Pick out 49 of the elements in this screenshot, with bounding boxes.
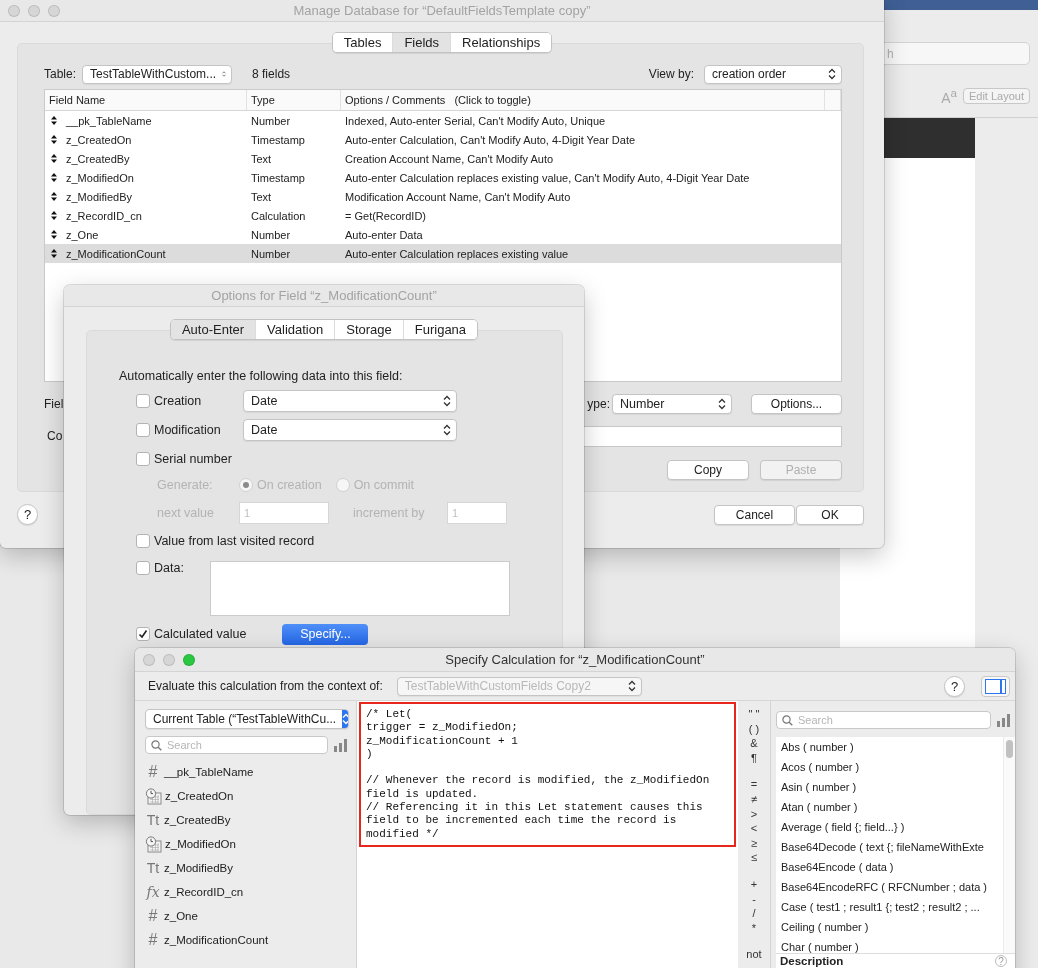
- table-cell: z_ModifiedBy: [66, 190, 133, 203]
- table-cell-text: Auto-enter Calculation replaces existing value: [344, 247, 570, 260]
- table-cell-text: = Get(RecordID): [344, 209, 427, 222]
- context-label: Evaluate this calculation from the context of:: [148, 679, 383, 693]
- window-title: Specify Calculation for “z_ModificationCount”: [444, 652, 706, 667]
- table-cell-text: Number: [250, 228, 292, 241]
- table-cell-text: Calculation: [250, 209, 307, 222]
- text-type-icon: Tt: [145, 860, 161, 876]
- table-cell-text: Timestamp: [250, 133, 306, 146]
- option-label: Data:: [154, 561, 184, 575]
- number-type-icon: #: [145, 907, 161, 925]
- field-count: 8 fields: [252, 67, 291, 81]
- window-title: Options for Field “z_ModificationCount”: [210, 288, 438, 303]
- table-cell: z_CreatedOn: [66, 133, 132, 146]
- description-label: Description: [780, 955, 844, 967]
- table-cell-text: Number: [250, 114, 292, 127]
- formula-text: /* Let( trigger = z_ModifiedOn; z_ModificationCount + 1 ) // Whenever the record is modified, the z_ModifiedOn field is updated. // Referencing it in this Let statement causes this field to be incremented each time the record is modified */: [359, 702, 736, 847]
- table-cell-text: Text: [250, 190, 273, 203]
- table-cell: z_RecordID_cn: [66, 209, 142, 222]
- table-cell-text: Number: [250, 247, 292, 260]
- window-title: Manage Database for “DefaultFieldsTemplate copy”: [292, 3, 592, 18]
- table-cell-text: Modification Account Name, Can't Modify Auto: [344, 190, 572, 203]
- type-label: ype:: [587, 397, 610, 411]
- table-cell-text: Creation Account Name, Can't Modify Auto: [344, 152, 555, 165]
- table-label: Table:: [44, 67, 77, 81]
- table-cell: z_One: [66, 228, 99, 241]
- table-cell: z_ModifiedOn: [66, 171, 134, 184]
- comment-label: Co: [47, 429, 63, 443]
- number-type-icon: #: [145, 763, 161, 781]
- option-label: Creation: [154, 394, 203, 408]
- text-type-icon: Tt: [145, 812, 161, 828]
- number-type-icon: #: [145, 931, 161, 949]
- table-cell-text: Text: [250, 152, 273, 165]
- field-name-label: Fiel: [44, 397, 64, 411]
- table-cell-text: Indexed, Auto-enter Serial, Can't Modify Auto, Unique: [344, 114, 607, 127]
- table-cell: z_ModificationCount: [66, 247, 166, 260]
- table-cell-text: Auto-enter Calculation, Can't Modify Auto, 4-Digit Year Date: [344, 133, 637, 146]
- option-label: Serial number: [154, 452, 232, 466]
- section-heading: Automatically enter the following data into this field:: [119, 369, 404, 383]
- table-cell-text: Auto-enter Calculation replaces existing value, Can't Modify Auto, 4-Digit Year Date: [344, 171, 751, 184]
- calculation-type-icon: fx: [145, 884, 161, 900]
- option-label: Modification: [154, 423, 222, 437]
- table-cell: __pk_TableName: [66, 114, 152, 127]
- table-cell-text: Timestamp: [250, 171, 306, 184]
- option-label: Value from last visited record: [154, 534, 315, 548]
- option-label: Calculated value: [154, 627, 247, 641]
- table-cell: z_CreatedBy: [66, 152, 130, 165]
- table-cell-text: Auto-enter Data: [344, 228, 424, 241]
- view-by-label: View by:: [648, 67, 694, 81]
